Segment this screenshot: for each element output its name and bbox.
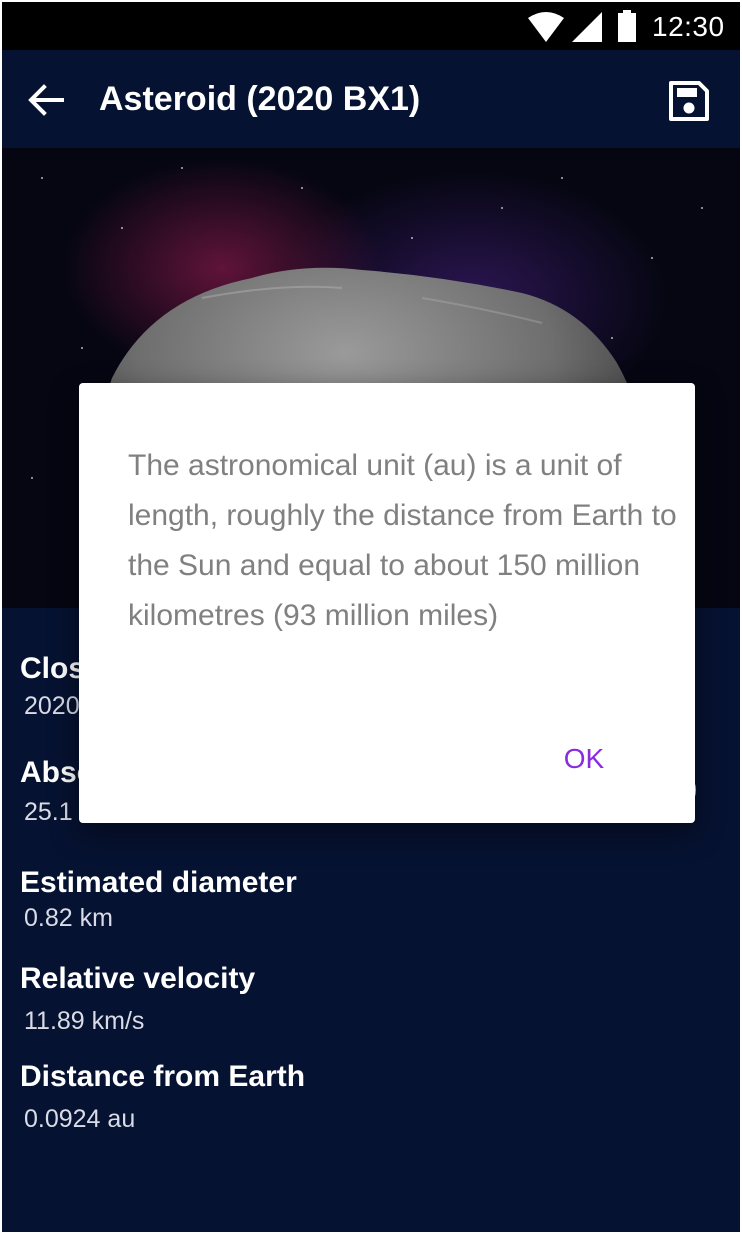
info-dialog: The astronomical unit (au) is a unit of … — [79, 383, 695, 823]
ok-button[interactable]: OK — [549, 739, 619, 779]
screen: 12:30 Asteroid (2020 BX1) Close 25.1 Est… — [2, 2, 740, 1232]
dialog-message: The astronomical unit (au) is a unit of … — [128, 449, 677, 632]
